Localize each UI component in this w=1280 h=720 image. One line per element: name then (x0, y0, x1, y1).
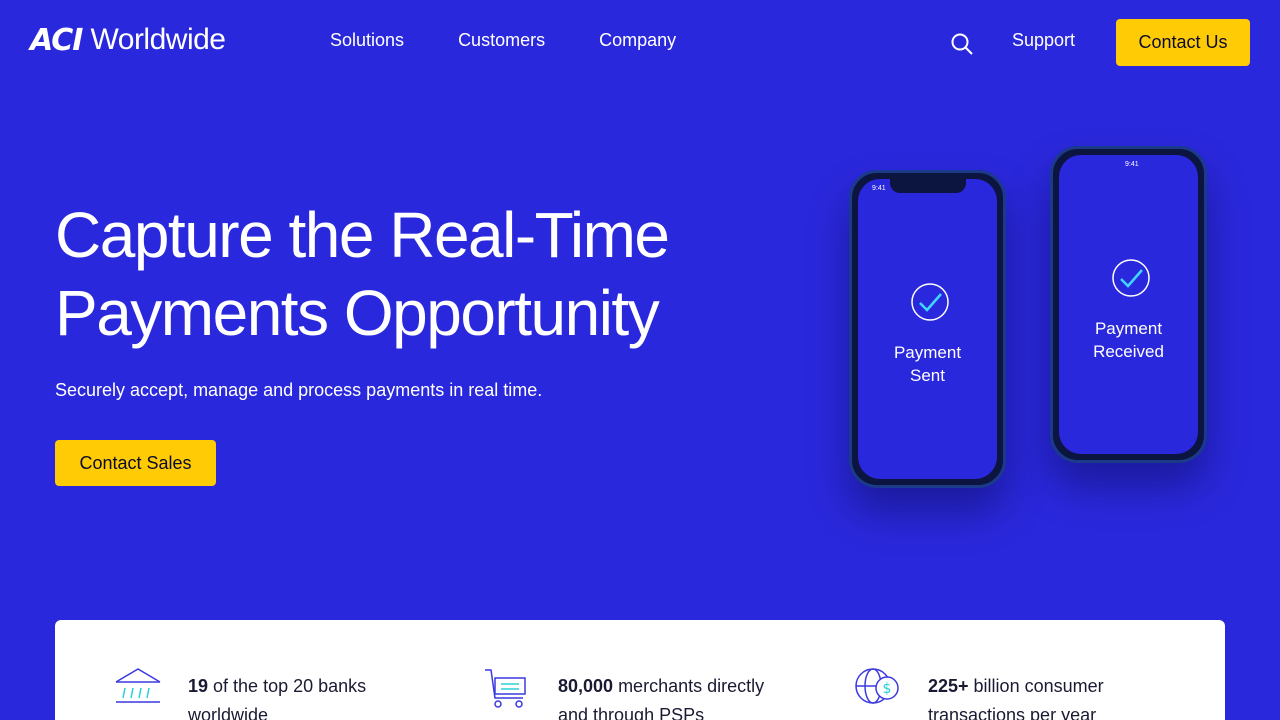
menu-item-customers[interactable]: Customers (458, 30, 545, 51)
support-link[interactable]: Support (1012, 30, 1075, 51)
stat-transactions-text: 225+ billion consumer transactions per ye… (928, 676, 1104, 720)
aci-worldwide-logo[interactable]: ACI Worldwide (30, 22, 226, 58)
hero-title-line2: Payments Opportunity (55, 277, 660, 349)
stat-merchants: 80,000 merchants directly and through PSP… (483, 668, 764, 720)
phone-screen: 9:41 Payment Received (1059, 155, 1198, 454)
main-menu: Solutions Customers Company (330, 30, 676, 51)
phone-payment-sent: 9:41 Payment Sent (849, 170, 1006, 488)
svg-text:$: $ (883, 681, 892, 697)
hero-subtitle: Securely accept, manage and process paym… (55, 380, 543, 400)
logo-wordmark: Worldwide (90, 23, 226, 56)
menu-item-solutions[interactable]: Solutions (330, 30, 404, 51)
globe-dollar-icon: $ (855, 668, 899, 704)
stat-transactions: $ 225+ billion consumer transactions per … (853, 668, 1104, 720)
shopping-cart-icon (485, 669, 526, 708)
phone-notch (890, 179, 966, 193)
top-navigation: ACI Worldwide Solutions Customers Compan… (0, 0, 1280, 86)
menu-item-company[interactable]: Company (599, 30, 676, 51)
logo-mark: ACI (30, 22, 83, 58)
stat-merchants-text: 80,000 merchants directly and through PSP… (558, 676, 765, 720)
stats-panel: 19 of the top 20 banks worldwide 80,000 m… (55, 620, 1225, 720)
search-icon[interactable] (950, 32, 974, 56)
contact-sales-button[interactable]: Contact Sales (55, 440, 216, 486)
bank-icon (115, 668, 161, 703)
payment-received-label: Payment Received (1093, 319, 1164, 361)
hero-title-line1: Capture the Real-Time (55, 199, 670, 271)
phone-screen: 9:41 Payment Sent (858, 179, 997, 479)
contact-us-button[interactable]: Contact Us (1116, 19, 1250, 66)
status-time: 9:41 (872, 185, 886, 192)
stat-banks-text: 19 of the top 20 banks worldwide (188, 676, 367, 720)
status-time: 9:41 (1125, 161, 1139, 168)
payment-sent-label: Payment Sent (893, 343, 962, 385)
checkmark-circle-icon (1112, 259, 1150, 297)
stat-banks: 19 of the top 20 banks worldwide (113, 668, 366, 720)
phone-payment-received: 9:41 Payment Received (1050, 146, 1207, 463)
checkmark-circle-icon (911, 283, 949, 321)
hero-title: Capture the Real-Time Payments Opportuni… (55, 196, 775, 352)
